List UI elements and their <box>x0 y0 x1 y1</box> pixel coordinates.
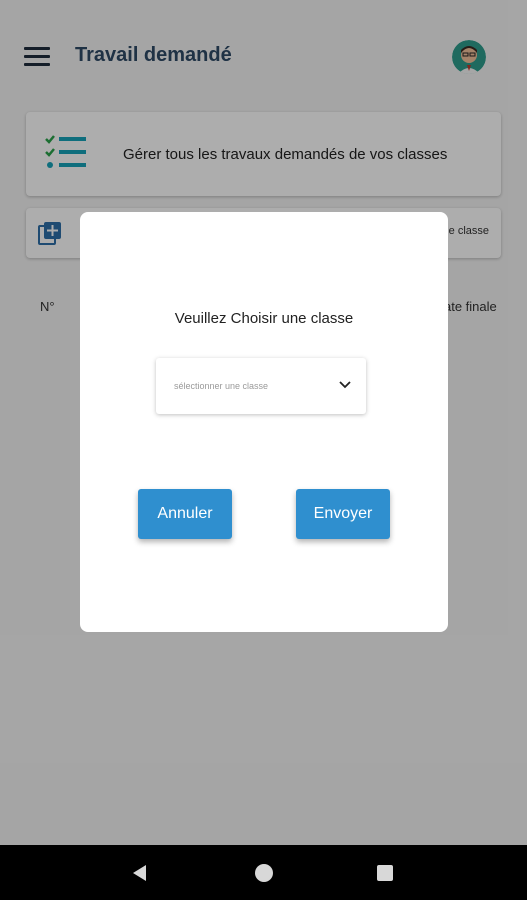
cancel-button[interactable]: Annuler <box>138 489 232 539</box>
chevron-down-icon <box>339 381 351 389</box>
home-icon[interactable] <box>255 864 273 882</box>
choose-class-dialog: Veuillez Choisir une classe sélectionner… <box>80 212 448 632</box>
send-button[interactable]: Envoyer <box>296 489 390 539</box>
recent-apps-icon[interactable] <box>377 865 393 881</box>
class-select[interactable]: sélectionner une classe <box>156 358 366 414</box>
back-icon[interactable] <box>131 864 149 882</box>
dialog-title: Veuillez Choisir une classe <box>174 310 354 327</box>
class-select-placeholder: sélectionner une classe <box>174 381 269 391</box>
